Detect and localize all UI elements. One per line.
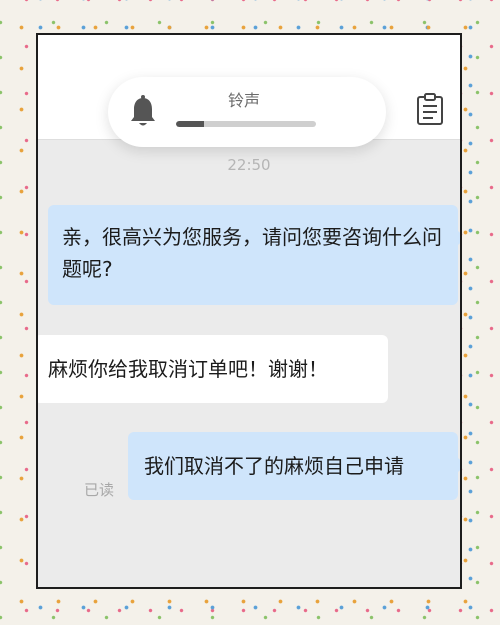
message-bubble-outgoing[interactable]: 亲，很高兴为您服务，请问您要咨询什么问题呢?: [48, 205, 460, 305]
top-bar: 铃声: [38, 35, 460, 147]
read-receipt: 已读: [84, 481, 115, 499]
phone-screen: 铃声 22:50 亲，很高兴为您服务，请问您要咨询什么问题呢? 麻烦你给我取消订…: [36, 33, 462, 589]
message-bubble-incoming[interactable]: 麻烦你给我取消订单吧！谢谢！: [38, 335, 388, 403]
clipboard-icon[interactable]: [416, 93, 444, 125]
message-bubble-outgoing[interactable]: 我们取消不了的麻烦自己申请: [128, 432, 460, 500]
ringtone-label: 铃声: [228, 91, 261, 110]
ringtone-volume-popup: 铃声: [108, 77, 386, 147]
message-timestamp: 22:50: [227, 156, 271, 174]
volume-slider-fill: [176, 121, 204, 127]
volume-slider[interactable]: [176, 121, 316, 127]
bell-icon[interactable]: [128, 95, 158, 129]
